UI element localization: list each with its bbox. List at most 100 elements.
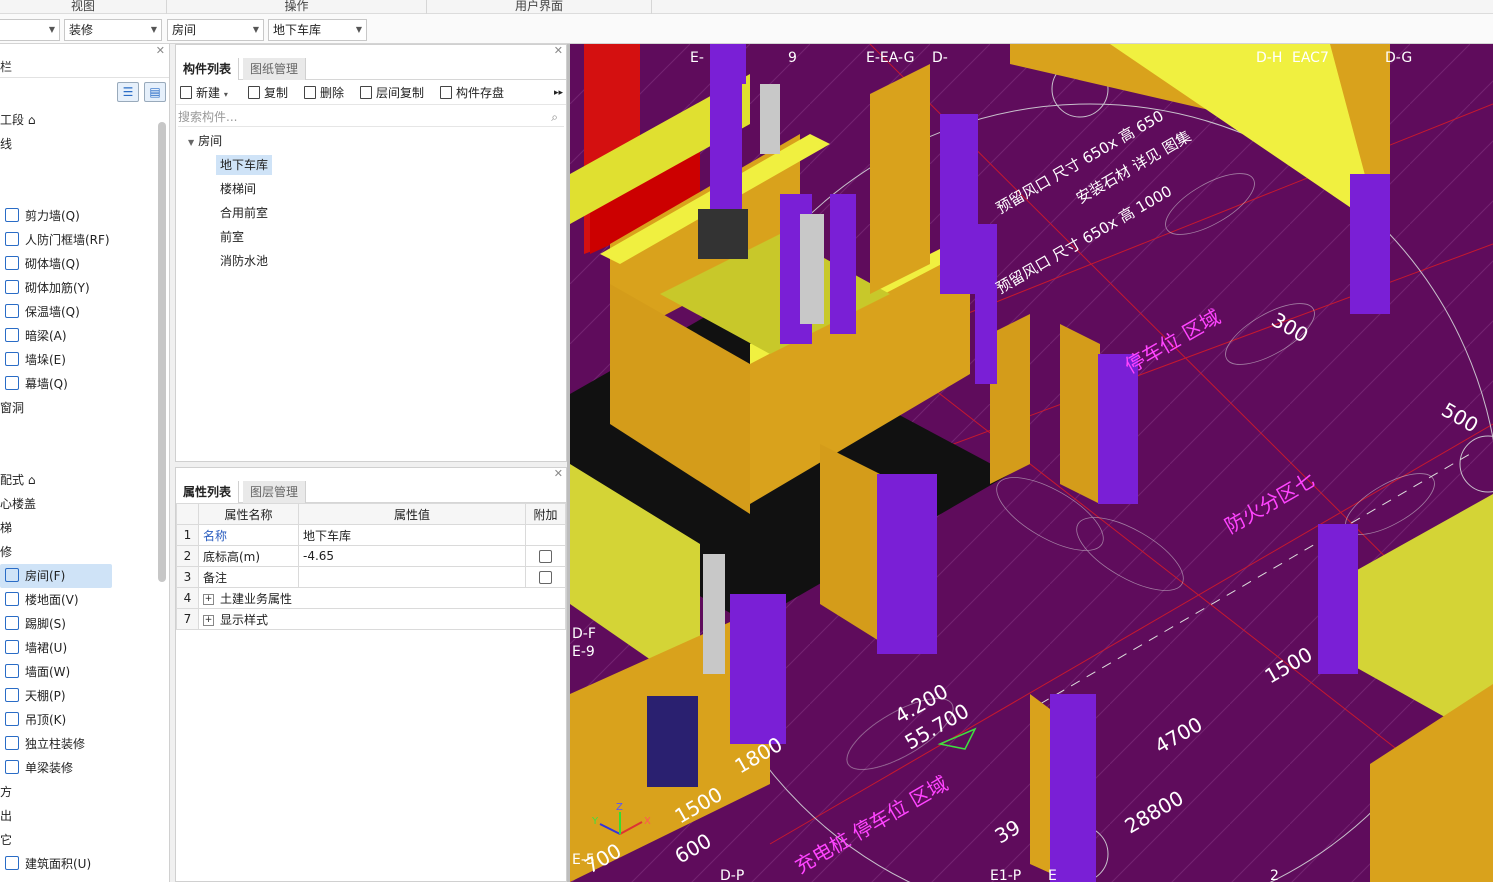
ribbon-group-ui: 用户界面 — [427, 0, 652, 14]
property-row[interactable]: 3 备注 — [176, 566, 566, 588]
property-row[interactable]: 4 + 土建业务属性 — [176, 587, 566, 609]
nav-item-label: 踢脚(S) — [25, 617, 66, 631]
list-view-button[interactable]: ☰ — [117, 82, 139, 102]
nav-item-masonry-rebar[interactable]: 砌体加筋(Y) — [0, 276, 90, 300]
nav-item-insulation-wall[interactable]: 保温墙(Q) — [0, 300, 80, 324]
component-toolbar: 新建 ▾ 复制 删除 层间复制 构件存盘 ▸▸ — [176, 81, 566, 105]
floor-copy-button[interactable]: 层间复制 — [360, 83, 424, 103]
tab-layer-management[interactable]: 图层管理 — [243, 481, 307, 503]
tree-item-stairwell[interactable]: 楼梯间 — [216, 179, 260, 199]
nav-item-curtain-wall[interactable]: 幕墙(Q) — [0, 372, 68, 396]
tree-group-room[interactable]: ▼ 房间 — [188, 131, 222, 151]
nav-item-building-area[interactable]: 建筑面积(U) — [0, 852, 91, 876]
ceiling-icon — [5, 688, 19, 702]
nav-item-beam-finish[interactable]: 单梁装修 — [0, 756, 73, 780]
trash-icon — [304, 85, 316, 99]
row-number: 7 — [176, 608, 199, 630]
attach-checkbox[interactable] — [539, 571, 552, 584]
nav-item-hollow-slab[interactable]: 心楼盖 — [0, 492, 36, 516]
beam-finish-icon — [5, 760, 19, 774]
type-combo[interactable]: 房间 ▼ — [167, 19, 264, 41]
svg-text:E-9: E-9 — [572, 644, 595, 660]
category-combo-value: 装修 — [69, 23, 94, 37]
tab-drawing-management[interactable]: 图纸管理 — [243, 58, 307, 80]
category-combo[interactable]: 装修 ▼ — [64, 19, 162, 41]
tab-component-list[interactable]: 构件列表 — [176, 58, 240, 80]
property-extra — [525, 566, 566, 588]
nav-item-other[interactable]: 它 — [0, 828, 12, 852]
nav-item-shear-wall[interactable]: 剪力墙(Q) — [0, 204, 80, 228]
navigation-scrollbar[interactable] — [158, 122, 166, 582]
nav-item-line[interactable]: 线 — [0, 132, 12, 156]
item-combo-value: 地下车库 — [273, 23, 322, 37]
nav-item-label: 心楼盖 — [0, 497, 37, 511]
nav-item-wall-pier[interactable]: 墙垛(E) — [0, 348, 66, 372]
property-value[interactable] — [298, 566, 526, 588]
nav-item-civil-defense-wall[interactable]: 人防门框墙(RF) — [0, 228, 110, 252]
nav-item-outer[interactable]: 出 — [0, 804, 12, 828]
tree-item-fire-pool[interactable]: 消防水池 — [216, 251, 272, 271]
tree-item-shared-vestibule[interactable]: 合用前室 — [216, 203, 272, 223]
masonry-wall-icon — [5, 256, 19, 270]
property-row[interactable]: 1 名称 地下车库 — [176, 524, 566, 546]
detail-view-button[interactable]: ▤ — [144, 82, 166, 102]
save-component-button[interactable]: 构件存盘 — [440, 83, 504, 103]
nav-item-section[interactable]: 工段 ⌂ — [0, 108, 35, 132]
nav-item-suspended-ceiling[interactable]: 吊顶(K) — [0, 708, 66, 732]
nav-item-floor[interactable]: 楼地面(V) — [0, 588, 79, 612]
nav-item-label: 墙裙(U) — [25, 641, 68, 655]
nav-item-prefab[interactable]: 配式 ⌂ — [0, 468, 35, 492]
3d-model-canvas[interactable]: E- 9 E-EA-G D- D-H EAC7 D-G D-F E-9 E-5 … — [570, 44, 1493, 882]
building-area-icon — [5, 856, 19, 870]
nav-item-label: 方 — [0, 785, 13, 799]
nav-item-ceiling[interactable]: 天棚(P) — [0, 684, 66, 708]
nav-item-room[interactable]: 房间(F) — [0, 564, 112, 588]
delete-label: 删除 — [320, 86, 345, 100]
property-group[interactable]: + 土建业务属性 — [198, 587, 566, 609]
delete-button[interactable]: 删除 — [304, 83, 344, 103]
property-extra — [525, 524, 566, 546]
3d-viewport[interactable]: E- 9 E-EA-G D- D-H EAC7 D-G D-F E-9 E-5 … — [570, 44, 1493, 882]
property-value[interactable]: 地下车库 — [298, 524, 526, 546]
nav-item-stairs[interactable]: 梯 — [0, 516, 12, 540]
nav-item-label: 保温墙(Q) — [25, 305, 80, 319]
tree-item-vestibule[interactable]: 前室 — [216, 227, 248, 247]
property-name: 底标高(m) — [198, 545, 299, 567]
nav-item-wall-surface[interactable]: 墙面(W) — [0, 660, 70, 684]
nav-item-label: 砌体墙(Q) — [25, 257, 80, 271]
attach-checkbox[interactable] — [539, 550, 552, 563]
nav-item-label: 楼地面(V) — [25, 593, 79, 607]
floor-combo[interactable]: ▼ — [0, 19, 60, 41]
tab-property-list[interactable]: 属性列表 — [176, 481, 240, 503]
nav-item-earthwork[interactable]: 方 — [0, 780, 12, 804]
expand-icon[interactable]: + — [203, 614, 214, 626]
nav-item-label: 窗洞 — [0, 401, 25, 415]
svg-text:D-P: D-P — [720, 868, 744, 882]
item-combo[interactable]: 地下车库 ▼ — [268, 19, 367, 41]
dado-icon — [5, 640, 19, 654]
nav-item-openings[interactable]: 窗洞 — [0, 396, 24, 420]
property-grid: 属性名称 属性值 附加 1 名称 地下车库 2 底标高(m) -4.65 3 备… — [176, 503, 566, 630]
tree-item-underground-garage[interactable]: 地下车库 — [216, 155, 273, 175]
navigation-panel: ✕ 栏 ☰ ▤ 工段 ⌂ 线 剪力墙(Q) 人防门框墙(RF) 砌体墙(Q) 砌… — [0, 44, 170, 882]
nav-item-column-finish[interactable]: 独立柱装修 — [0, 732, 85, 756]
close-icon[interactable]: ✕ — [554, 44, 563, 57]
property-row[interactable]: 7 + 显示样式 — [176, 608, 566, 630]
copy-button[interactable]: 复制 — [248, 83, 288, 103]
property-row[interactable]: 2 底标高(m) -4.65 — [176, 545, 566, 567]
nav-item-skirting[interactable]: 踢脚(S) — [0, 612, 66, 636]
expand-icon[interactable]: + — [203, 593, 214, 605]
new-button[interactable]: 新建 ▾ — [180, 83, 228, 103]
door-opening — [643, 692, 702, 791]
more-button[interactable]: ▸▸ — [554, 83, 563, 103]
close-icon[interactable]: ✕ — [554, 467, 563, 480]
nav-item-dado[interactable]: 墙裙(U) — [0, 636, 67, 660]
nav-item-masonry-wall[interactable]: 砌体墙(Q) — [0, 252, 80, 276]
component-search-input[interactable]: 搜索构件... ⌕ — [178, 107, 564, 127]
property-value[interactable]: -4.65 — [298, 545, 526, 567]
nav-item-label: 梯 — [0, 521, 13, 535]
nav-item-hidden-beam[interactable]: 暗梁(A) — [0, 324, 67, 348]
nav-item-label: 墙面(W) — [25, 665, 71, 679]
property-group[interactable]: + 显示样式 — [198, 608, 566, 630]
nav-item-finish[interactable]: 修 — [0, 540, 12, 564]
